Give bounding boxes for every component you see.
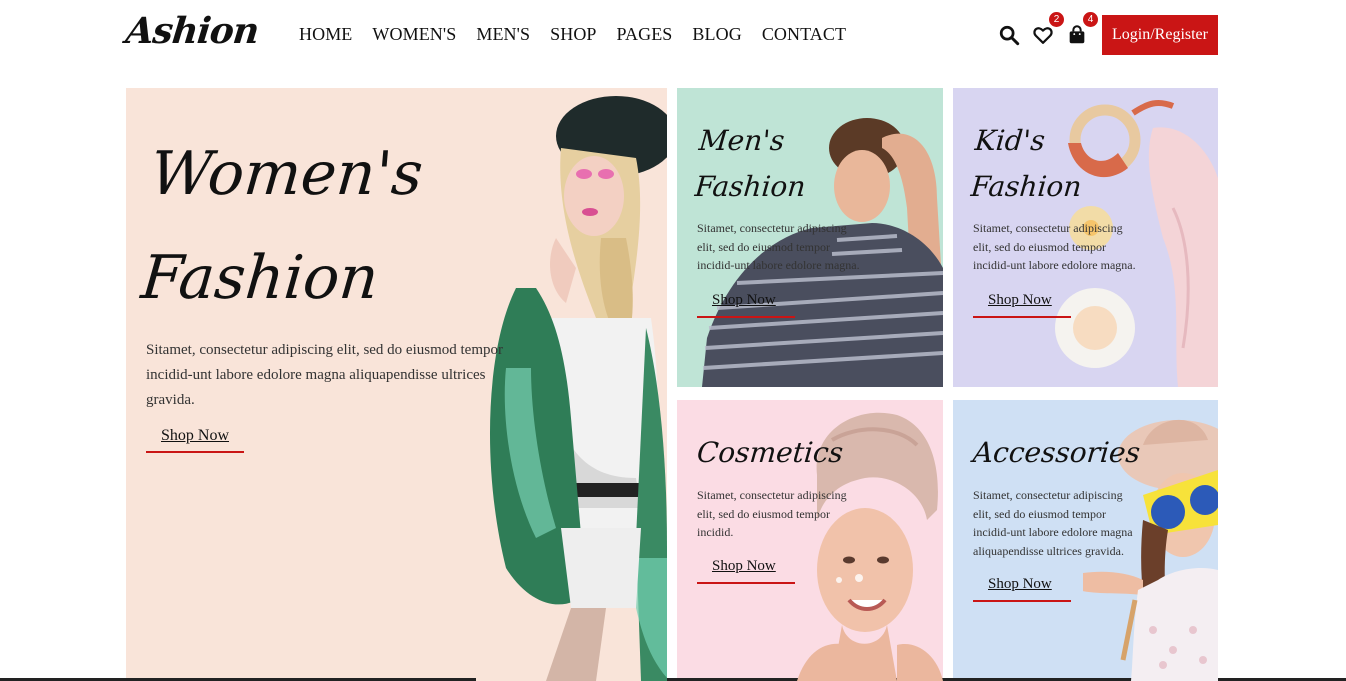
hero-description: Sitamet, consectetur adipiscing elit, se… xyxy=(146,342,504,408)
cosmetics-card-title: Cosmetics xyxy=(695,436,845,469)
cosmetics-shop-now-link[interactable]: Shop Now xyxy=(697,558,795,584)
nav-mens[interactable]: MEN'S xyxy=(476,24,530,45)
nav-contact[interactable]: CONTACT xyxy=(762,24,846,45)
accessories-card[interactable]: Accessories Sitamet, consectetur adipisc… xyxy=(953,400,1218,681)
cart-count-badge: 4 xyxy=(1083,12,1098,27)
accessories-card-description: Sitamet, consectetur adipiscing elit, se… xyxy=(973,488,1133,558)
main-nav: HOME WOMEN'S MEN'S SHOP PAGES BLOG CONTA… xyxy=(299,24,866,45)
womens-fashion-banner[interactable]: Women's Fashion Sitamet, consectetur adi… xyxy=(126,88,667,681)
accessories-card-title: Accessories xyxy=(971,436,1142,469)
kids-shop-now-link[interactable]: Shop Now xyxy=(973,292,1071,318)
mens-shop-now-link[interactable]: Shop Now xyxy=(697,292,795,318)
header-icons: 2 4 xyxy=(998,12,1100,48)
wishlist-count-badge: 2 xyxy=(1049,12,1064,27)
site-logo[interactable]: Ashion xyxy=(124,10,261,52)
nav-pages[interactable]: PAGES xyxy=(617,24,673,45)
nav-shop[interactable]: SHOP xyxy=(550,24,596,45)
kids-card-description: Sitamet, consectetur adipiscing elit, se… xyxy=(973,221,1136,272)
site-header: Ashion HOME WOMEN'S MEN'S SHOP PAGES BLO… xyxy=(0,0,1346,72)
nav-home[interactable]: HOME xyxy=(299,24,352,45)
mens-card-description: Sitamet, consectetur adipiscing elit, se… xyxy=(697,221,860,272)
mens-card-title: Men's Fashion xyxy=(693,124,807,203)
cosmetics-card[interactable]: Cosmetics Sitamet, consectetur adipiscin… xyxy=(677,400,943,681)
hero-title: Women's Fashion xyxy=(138,139,426,313)
bag-icon[interactable]: 4 xyxy=(1066,12,1098,48)
kids-fashion-card[interactable]: Kid's Fashion Sitamet, consectetur adipi… xyxy=(953,88,1218,387)
hero-shop-now-link[interactable]: Shop Now xyxy=(146,427,244,453)
nav-blog[interactable]: BLOG xyxy=(692,24,741,45)
search-icon[interactable] xyxy=(998,24,1022,48)
login-register-button[interactable]: Login/Register xyxy=(1102,15,1218,55)
nav-womens[interactable]: WOMEN'S xyxy=(372,24,456,45)
accessories-shop-now-link[interactable]: Shop Now xyxy=(973,576,1071,602)
heart-icon[interactable]: 2 xyxy=(1032,12,1064,48)
mens-fashion-card[interactable]: Men's Fashion Sitamet, consectetur adipi… xyxy=(677,88,943,387)
cosmetics-card-description: Sitamet, consectetur adipiscing elit, se… xyxy=(697,488,847,539)
kids-card-title: Kid's Fashion xyxy=(969,124,1083,203)
